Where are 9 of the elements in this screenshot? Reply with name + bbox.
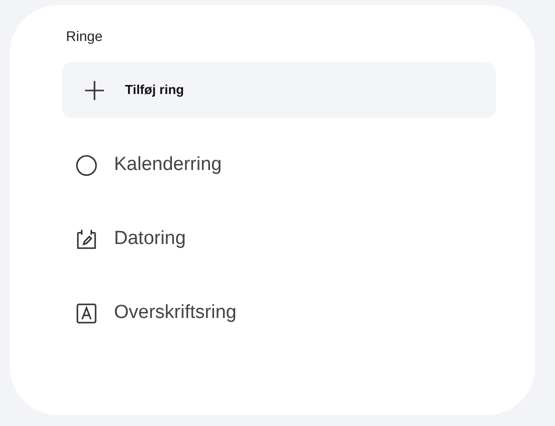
ring-type-item[interactable]: Kalenderring [75,148,506,182]
plus-icon [84,80,105,100]
letter-box-icon [75,302,98,324]
ring-type-item[interactable]: Datoring [75,222,506,256]
add-ring-button[interactable]: Tilføj ring [62,62,496,118]
circle-icon [75,154,98,176]
ring-type-item[interactable]: Overskriftsring [75,296,506,330]
calendar-pencil-icon [75,228,98,250]
section-title: Ringe [65,27,104,46]
